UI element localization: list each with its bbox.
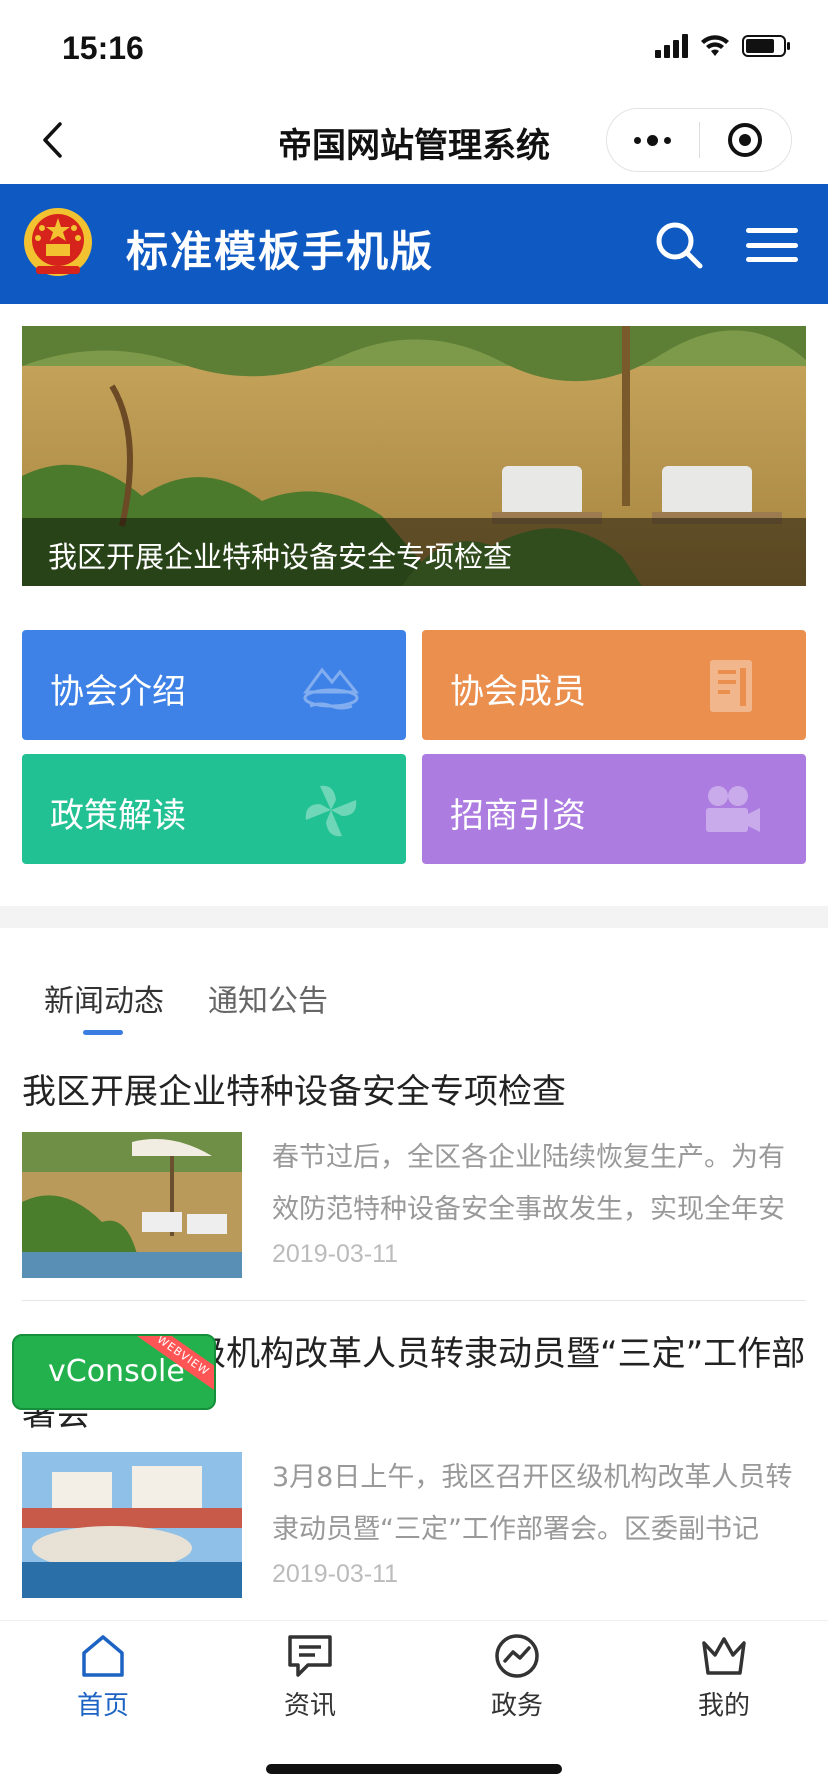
article-summary: 3月8日上午，我区召开区级机构改革人员转隶动员暨“三定”工作部署会。区委副书记 — [272, 1462, 793, 1545]
article-title: 我区开展企业特种设备安全专项检查 — [22, 1072, 566, 1112]
home-indicator[interactable] — [266, 1764, 562, 1774]
tile-policy-interpretation[interactable]: 政策解读 — [22, 754, 406, 864]
section-divider — [0, 906, 828, 928]
tab-news[interactable]: 新闻动态 — [44, 976, 164, 1020]
tabbar-mine[interactable]: 我的 — [664, 1633, 784, 1733]
tile-association-members[interactable]: 协会成员 — [422, 630, 806, 740]
tile-association-intro[interactable]: 协会介绍 — [22, 630, 406, 740]
pinwheel-icon — [305, 785, 357, 837]
tab-notices[interactable]: 通知公告 — [208, 976, 328, 1020]
banner-carousel[interactable]: 我区开展企业特种设备安全专项检查 — [22, 326, 806, 586]
vconsole-button[interactable]: vConsole WEBVIEW — [12, 1334, 216, 1410]
article-thumbnail-image — [22, 1132, 242, 1278]
status-icons — [655, 34, 792, 58]
tabbar-government[interactable]: 政务 — [457, 1633, 577, 1733]
trend-icon — [495, 1634, 539, 1678]
tabbar-home[interactable]: 首页 — [43, 1633, 163, 1733]
article-summary: 春节过后，全区各企业陆续恢复生产。为有效防范特种设备安全事故发生，实现全年安 — [272, 1142, 785, 1225]
banner-caption: 我区开展企业特种设备安全专项检查 — [48, 540, 513, 574]
wifi-icon — [700, 34, 730, 58]
banner-caption-bar: 我区开展企业特种设备安全专项检查 — [22, 518, 806, 586]
tabbar-label: 资讯 — [283, 1691, 336, 1721]
hamburger-menu-icon[interactable] — [744, 224, 800, 266]
tile-label: 协会成员 — [450, 672, 586, 712]
capsule-menu — [606, 108, 792, 172]
mountain-icon — [303, 667, 360, 710]
article-date: 2019-03-11 — [272, 1560, 399, 1588]
tile-label: 政策解读 — [50, 796, 186, 836]
tabbar-label: 首页 — [76, 1691, 129, 1721]
status-time: 15:16 — [62, 30, 144, 66]
tile-label: 招商引资 — [450, 796, 586, 836]
more-dots-icon — [634, 134, 672, 146]
article-item[interactable]: 我区开展企业特种设备安全专项检查 春节过后，全区各企业陆续恢复生产。为有效防范特… — [22, 1062, 806, 1282]
tile-label: 协会介绍 — [50, 672, 186, 712]
search-icon[interactable] — [654, 220, 704, 270]
site-header: 标准模板手机版 — [0, 184, 828, 304]
signal-icon — [655, 34, 688, 58]
home-icon — [82, 1635, 124, 1677]
quick-links-grid: 协会介绍 协会成员 政策解读 招商引资 — [22, 630, 806, 864]
battery-icon — [742, 34, 792, 58]
document-icon — [710, 660, 752, 712]
article-thumbnail — [22, 1132, 242, 1278]
target-icon — [728, 123, 763, 157]
tab-active-indicator — [83, 1030, 123, 1035]
close-miniprogram-button[interactable] — [700, 109, 792, 171]
article-thumbnail — [22, 1452, 242, 1598]
tabbar-label: 我的 — [697, 1691, 750, 1721]
vconsole-label: vConsole — [48, 1354, 185, 1389]
tile-investment-promotion[interactable]: 招商引资 — [422, 754, 806, 864]
crown-icon — [702, 1637, 746, 1675]
article-thumbnail-image — [22, 1452, 242, 1598]
article-date: 2019-03-11 — [272, 1240, 399, 1268]
more-button[interactable] — [607, 109, 699, 171]
site-title: 标准模板手机版 — [126, 227, 435, 276]
status-bar: 15:16 — [0, 0, 828, 96]
tabbar-news[interactable]: 资讯 — [250, 1633, 370, 1733]
video-camera-icon — [706, 786, 760, 832]
news-tabs: 新闻动态 通知公告 — [0, 968, 828, 1038]
message-icon — [288, 1635, 332, 1677]
nav-bar: 帝国网站管理系统 — [0, 96, 828, 184]
national-emblem-icon — [24, 208, 92, 276]
tabbar-label: 政务 — [490, 1691, 543, 1721]
list-divider — [22, 1300, 806, 1301]
